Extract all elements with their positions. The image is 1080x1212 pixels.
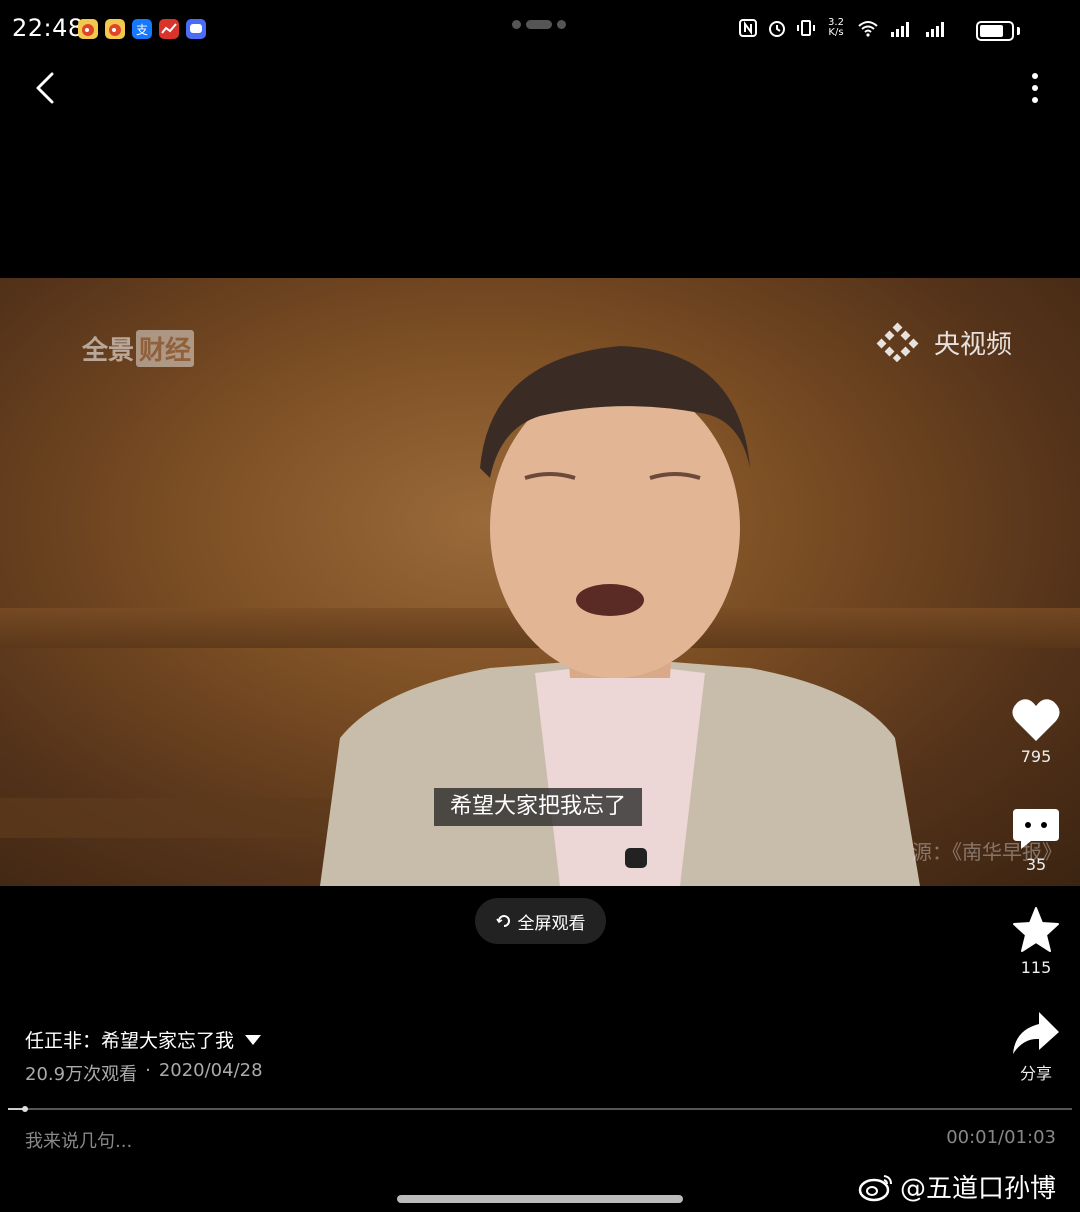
favorite-count: 115 (1020, 958, 1052, 977)
progress-bar[interactable] (8, 1106, 1072, 1112)
view-count: 20.9万次观看 (25, 1064, 138, 1085)
video-player[interactable]: 全景 财经 央视频 源：《南华早报》 希望大家把我忘了 (0, 278, 1080, 886)
comment-icon (1013, 809, 1059, 849)
weibo-icon (858, 1174, 892, 1201)
home-indicator[interactable] (397, 1195, 683, 1203)
status-time: 22:48 (12, 14, 84, 42)
more-vertical-icon (1032, 73, 1038, 103)
fullscreen-button[interactable]: 全屏观看 (475, 898, 606, 944)
channel-watermark: 全景 财经 (82, 330, 195, 367)
weibo-icon (105, 19, 125, 39)
watermark-handle: @五道口孙博 (900, 1174, 1057, 1204)
like-button[interactable]: 795 (1004, 697, 1068, 766)
share-button[interactable]: 分享 (1004, 1010, 1068, 1084)
status-bar: 22:48 支 3.2 K/s (0, 0, 1080, 60)
svg-text:支: 支 (136, 23, 148, 37)
comment-input[interactable]: 我来说几句... (25, 1127, 132, 1153)
heart-icon (1012, 699, 1060, 741)
video-meta: 20.9万次观看 · 2020/04/28 (25, 1060, 263, 1086)
signal-icon (891, 22, 909, 37)
more-options-button[interactable] (1018, 66, 1052, 110)
chevron-left-icon (36, 72, 54, 104)
favorite-button[interactable]: 115 (1004, 906, 1068, 977)
back-button[interactable] (26, 66, 66, 110)
system-icons: 3.2 K/s (738, 17, 950, 39)
publish-date: 2020/04/28 (158, 1060, 263, 1081)
window-handle[interactable] (512, 20, 566, 29)
share-label: 分享 (1019, 1064, 1052, 1083)
signal-icon (926, 22, 944, 37)
caret-down-icon[interactable] (244, 1034, 262, 1046)
rotate-icon (495, 915, 510, 927)
weibo-icon (78, 19, 98, 39)
alarm-icon (769, 21, 785, 37)
nfc-icon (739, 19, 757, 37)
video-title: 任正非：希望大家忘了我 (25, 1030, 235, 1052)
comment-button[interactable]: 35 (1004, 805, 1068, 874)
vibrate-icon (797, 20, 815, 36)
chat-app-icon (186, 19, 206, 39)
like-count: 795 (1020, 747, 1052, 766)
progress-knob[interactable] (22, 1106, 29, 1112)
comment-count: 35 (1025, 855, 1047, 874)
meta-separator: · (145, 1060, 151, 1081)
weibo-watermark: @五道口孙博 (858, 1168, 1056, 1205)
battery-icon (976, 21, 1014, 41)
alipay-icon: 支 (132, 19, 152, 39)
wifi-icon (858, 21, 878, 37)
video-subtitle: 希望大家把我忘了 (434, 788, 643, 826)
playback-time: 00:01/01:03 (946, 1127, 1056, 1148)
notification-icons: 支 (78, 19, 206, 39)
stock-app-icon (159, 19, 179, 39)
star-icon (1013, 907, 1059, 952)
fullscreen-label: 全屏观看 (517, 913, 586, 934)
network-speed: 3.2 K/s (828, 17, 844, 38)
share-icon (1013, 1012, 1059, 1054)
video-title-row[interactable]: 任正非：希望大家忘了我 (25, 1026, 262, 1053)
